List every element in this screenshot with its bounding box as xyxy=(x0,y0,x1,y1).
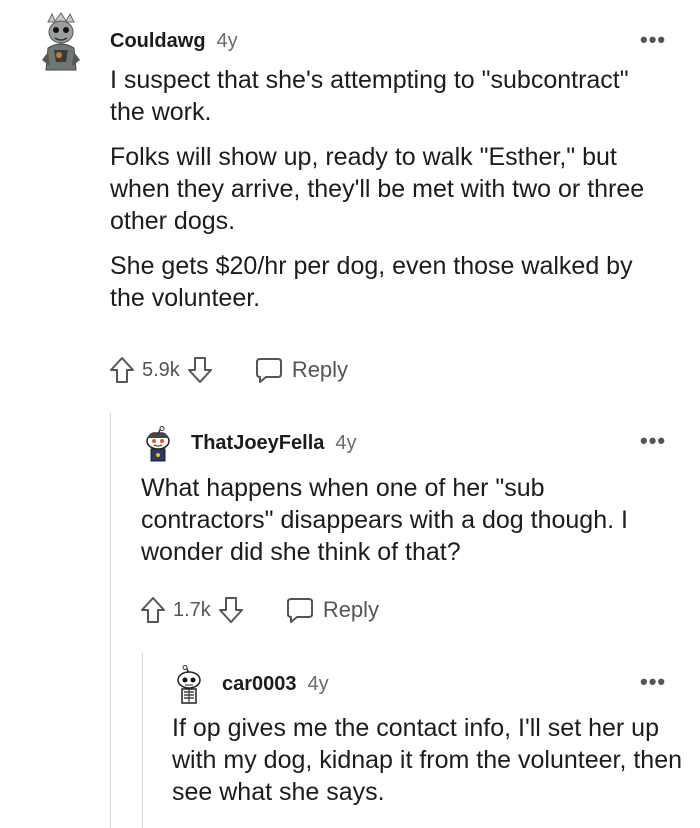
comment-paragraph: If op gives me the contact info, I'll se… xyxy=(172,714,682,806)
comment-actions: 5.9k Reply xyxy=(108,355,348,385)
three-dots-icon: ••• xyxy=(640,428,667,453)
vote-control: 5.9k xyxy=(108,355,214,385)
thread-line-level-1 xyxy=(110,412,111,828)
comment-paragraph: I suspect that she's attempting to "subc… xyxy=(110,66,629,126)
username[interactable]: car0003 xyxy=(222,673,297,696)
thread-line-level-2 xyxy=(142,652,143,828)
upvote-button[interactable] xyxy=(108,355,136,385)
speech-bubble-icon xyxy=(255,358,282,383)
comment-actions: 1.7k Reply xyxy=(139,595,379,625)
comment-paragraph: She gets $20/hr per dog, even those walk… xyxy=(110,252,633,312)
three-dots-icon: ••• xyxy=(640,669,667,694)
avatar[interactable] xyxy=(143,426,173,464)
comment-body: If op gives me the contact info, I'll se… xyxy=(172,712,682,821)
comment-header: Couldawg 4y xyxy=(110,30,238,53)
snoo-avatar-icon xyxy=(146,426,170,462)
comment-body: I suspect that she's attempting to "subc… xyxy=(110,64,670,327)
timestamp[interactable]: 4y xyxy=(335,432,356,455)
downvote-button[interactable] xyxy=(186,355,214,385)
timestamp[interactable]: 4y xyxy=(308,673,329,696)
downvote-arrow-icon xyxy=(218,597,243,623)
upvote-button[interactable] xyxy=(139,595,167,625)
username[interactable]: Couldawg xyxy=(110,30,206,53)
avatar[interactable] xyxy=(38,12,84,72)
timestamp[interactable]: 4y xyxy=(217,30,238,53)
speech-bubble-icon xyxy=(286,598,313,623)
username[interactable]: ThatJoeyFella xyxy=(191,432,324,455)
reply-button[interactable]: Reply xyxy=(254,356,348,384)
downvote-arrow-icon xyxy=(187,357,212,383)
comment-header: car0003 4y xyxy=(222,673,329,696)
vote-count: 1.7k xyxy=(173,598,211,621)
upvote-arrow-icon xyxy=(110,357,134,383)
comment-paragraph: Folks will show up, ready to walk "Esthe… xyxy=(110,143,645,235)
couldawg-avatar-icon xyxy=(42,12,80,71)
upvote-arrow-icon xyxy=(141,597,165,623)
three-dots-icon: ••• xyxy=(640,27,667,52)
more-options-button[interactable]: ••• xyxy=(640,430,666,452)
downvote-button[interactable] xyxy=(217,595,245,625)
comment-body: What happens when one of her "sub contra… xyxy=(141,472,676,581)
vote-count: 5.9k xyxy=(142,358,180,381)
vote-control: 1.7k xyxy=(139,595,245,625)
comment-paragraph: What happens when one of her "sub contra… xyxy=(141,474,628,566)
comment-header: ThatJoeyFella 4y xyxy=(191,432,357,455)
more-options-button[interactable]: ••• xyxy=(640,671,666,693)
more-options-button[interactable]: ••• xyxy=(640,29,666,51)
skeleton-snoo-avatar-icon xyxy=(177,665,201,704)
reply-label: Reply xyxy=(291,357,349,382)
avatar[interactable] xyxy=(174,665,204,705)
reply-button[interactable]: Reply xyxy=(285,596,379,624)
reply-label: Reply xyxy=(322,597,380,622)
